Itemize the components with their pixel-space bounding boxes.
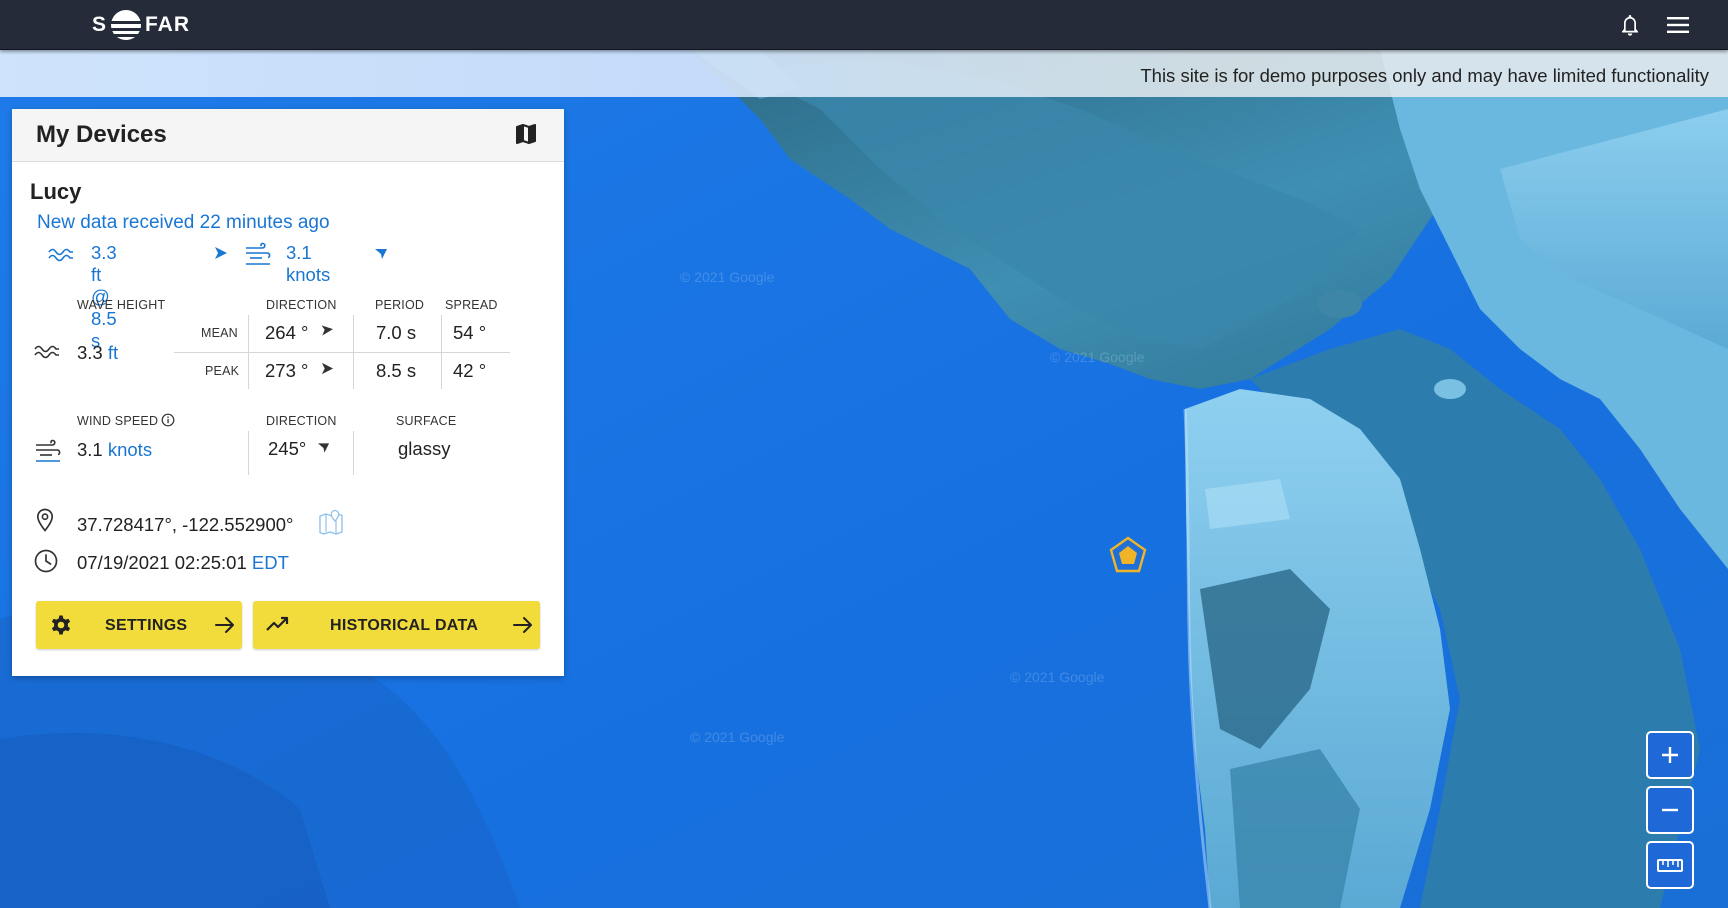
table-divider [248,431,249,475]
peak-direction-arrow-icon [321,362,334,375]
bell-icon[interactable] [1618,13,1642,37]
my-devices-panel: My Devices Lucy New data received 22 min… [12,109,564,676]
gear-icon [51,615,71,635]
device-marker-icon[interactable] [1108,536,1148,576]
surface-label: SURFACE [396,414,457,428]
wind-direction-label: DIRECTION [266,414,337,428]
map-watermark: © 2021 Google [1010,669,1105,685]
arrow-right-icon [215,617,234,633]
logo-sun-icon [109,10,144,40]
zoom-in-button[interactable] [1646,731,1694,779]
wind-direction-arrow-icon [375,249,387,259]
clock-icon [34,549,58,573]
settings-button[interactable]: SETTINGS [36,601,242,649]
demo-banner: This site is for demo purposes only and … [0,50,1728,97]
table-divider [353,315,354,389]
minus-icon [1662,808,1678,812]
settings-button-label: SETTINGS [105,617,188,634]
timestamp-datetime: 07/19/2021 02:25:01 [77,552,247,573]
table-divider [174,352,510,353]
timestamp: 07/19/2021 02:25:01 EDT [77,552,289,574]
peak-direction-value: 273 ° [265,360,309,381]
wind-speed-number: 3.1 [77,439,103,460]
peak-label: PEAK [205,364,240,378]
panel-title: My Devices [36,121,167,148]
info-icon[interactable] [161,413,175,427]
historical-data-button[interactable]: HISTORICAL DATA [253,601,540,649]
device-name: Lucy [30,179,82,204]
ruler-icon [1657,859,1683,872]
location-pin-icon [36,508,54,532]
map-pin-icon[interactable] [318,509,344,535]
wind-speed-value: 3.1 knots [77,439,152,461]
map-watermark: © 2021 Google [1050,349,1145,365]
mean-spread-value: 54 ° [453,322,487,343]
peak-period-value: 8.5 s [376,360,417,381]
sofar-logo[interactable]: S FAR [92,9,190,41]
mean-label: MEAN [201,326,238,340]
summary-wave: 3.3 ft @ 8.5 s [91,242,117,351]
table-divider [353,431,354,475]
map-watermark: © 2021 Google [690,729,785,745]
logo-text-s: S [92,13,108,36]
location-coordinates: 37.728417°, -122.552900° [77,514,294,535]
mean-direction-arrow-icon [321,325,333,336]
table-divider [441,315,442,389]
wave-icon [48,248,73,262]
map-icon[interactable] [514,122,538,146]
logo-text-far: FAR [145,13,191,36]
arrow-right-icon [513,617,532,633]
wind-icon [246,242,271,265]
period-label: PERIOD [375,298,425,312]
wave-direction-label: DIRECTION [266,298,337,312]
direction-arrow-icon [215,247,227,259]
mean-period-value: 7.0 s [376,322,417,343]
device-status: New data received 22 minutes ago [37,212,330,233]
wind-speed-label: WIND SPEED [77,414,159,428]
peak-spread-value: 42 ° [453,360,487,381]
surface-value: glassy [398,438,451,459]
measure-button[interactable] [1646,841,1694,889]
trending-up-icon [266,616,289,631]
map-watermark: © 2021 Google [680,269,775,285]
spread-label: SPREAD [445,298,498,312]
panel-header: My Devices [12,109,564,162]
table-divider [248,315,249,389]
top-bar: S FAR [0,0,1728,50]
wave-height-label: WAVE HEIGHT [77,298,166,312]
wave-height-value: 3.3 ft [77,342,118,364]
demo-banner-text: This site is for demo purposes only and … [1140,65,1709,86]
wave-height-icon [34,345,59,359]
timestamp-tz: EDT [251,552,289,573]
mean-direction-value: 264 ° [265,322,309,343]
wind-direction-value: 245° [268,438,307,459]
wind-speed-unit: knots [107,439,153,460]
wind-speed-icon [36,439,61,462]
wave-height-number: 3.3 [77,342,103,363]
wind-direction-arrow-icon [317,443,330,453]
zoom-out-button[interactable] [1646,786,1694,834]
hamburger-menu-icon[interactable] [1665,14,1691,36]
plus-icon [1662,747,1678,763]
summary-wind: 3.1 knots [286,242,331,285]
wave-height-unit: ft [107,342,119,363]
historical-data-button-label: HISTORICAL DATA [330,617,479,634]
